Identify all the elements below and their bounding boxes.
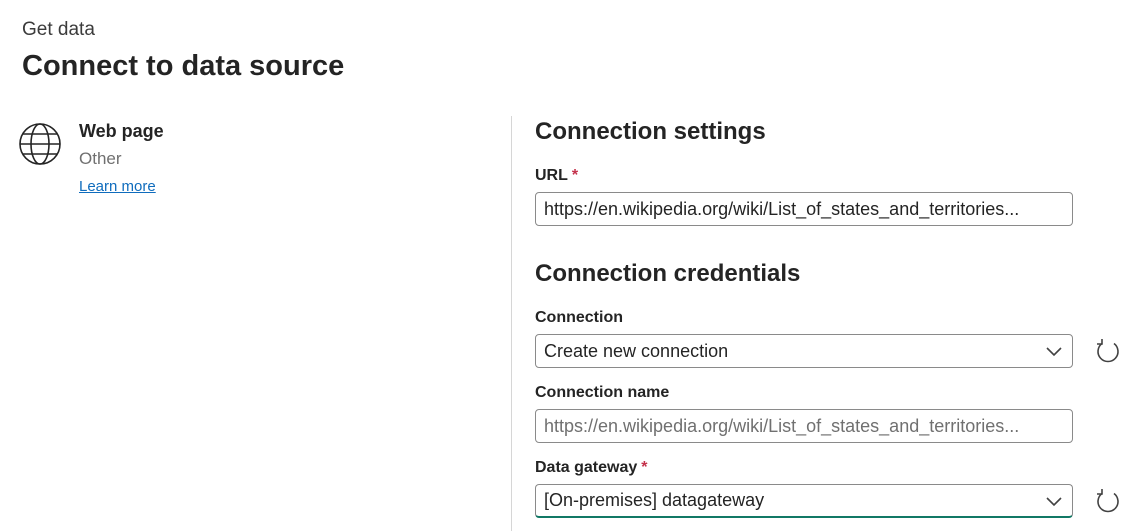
connection-dropdown[interactable]: Create new connection: [535, 334, 1073, 368]
chevron-down-icon: [1046, 347, 1062, 357]
connection-name-value: https://en.wikipedia.org/wiki/List_of_st…: [544, 415, 1020, 436]
connection-settings-heading: Connection settings: [535, 118, 766, 145]
required-marker: *: [641, 459, 648, 476]
globe-icon: [18, 122, 62, 166]
required-marker: *: [571, 167, 579, 184]
page-title: Connect to data source: [22, 50, 345, 82]
chevron-down-icon: [1046, 496, 1062, 506]
data-gateway-dropdown[interactable]: [On-premises] datagateway: [535, 484, 1073, 518]
learn-more-link[interactable]: Learn more: [79, 178, 156, 195]
connection-name-input[interactable]: https://en.wikipedia.org/wiki/List_of_st…: [535, 409, 1073, 443]
source-category: Other: [79, 149, 122, 168]
data-gateway-label-text: Data gateway: [535, 459, 638, 476]
connection-dropdown-value: Create new connection: [544, 340, 729, 361]
url-label: URL *: [535, 167, 578, 185]
refresh-gateway-icon[interactable]: [1094, 487, 1122, 515]
data-gateway-value: [On-premises] datagateway: [544, 490, 765, 510]
connection-name-label: Connection name: [535, 384, 670, 401]
url-input-value: https://en.wikipedia.org/wiki/List_of_st…: [544, 198, 1020, 219]
connection-label: Connection: [535, 309, 623, 326]
breadcrumb: Get data: [22, 19, 95, 40]
refresh-connection-icon[interactable]: [1094, 337, 1122, 365]
data-gateway-label: Data gateway *: [535, 459, 648, 477]
url-label-text: URL: [535, 167, 568, 184]
url-input[interactable]: https://en.wikipedia.org/wiki/List_of_st…: [535, 192, 1073, 226]
source-name: Web page: [79, 121, 164, 141]
panel-divider: [511, 116, 512, 531]
connection-credentials-heading: Connection credentials: [535, 260, 801, 287]
